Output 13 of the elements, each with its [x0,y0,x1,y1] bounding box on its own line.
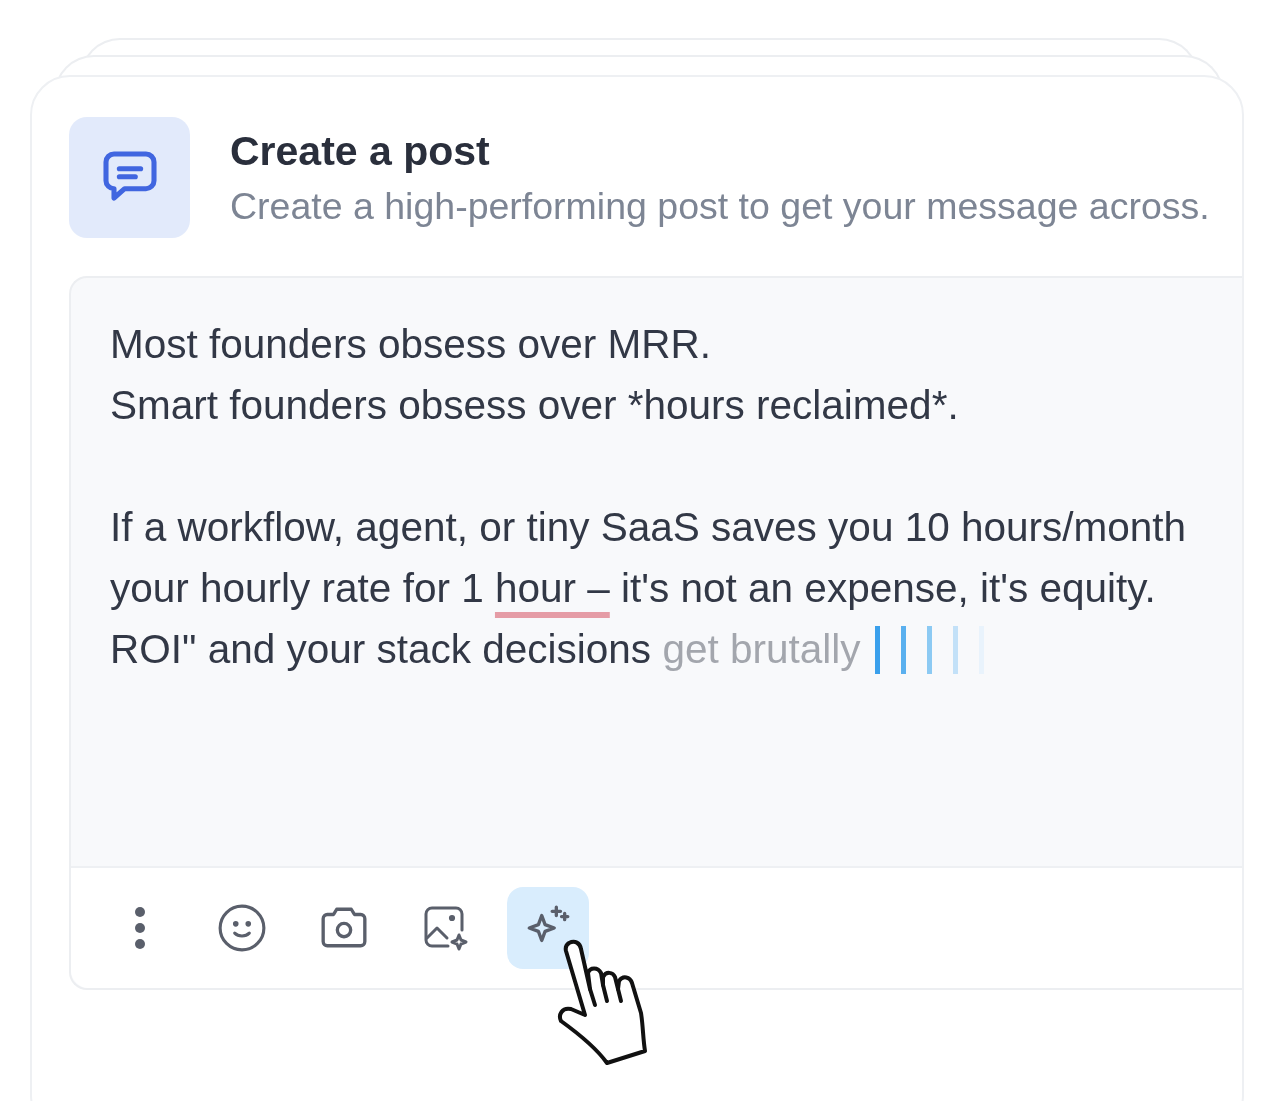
smiley-icon [217,903,267,953]
chat-icon [69,117,190,238]
dialog-title: Create a post [230,127,490,175]
more-dots-icon [133,906,147,950]
post-editor[interactable] [69,276,1242,990]
camera-icon [319,906,369,950]
dialog-subtitle: Create a high-performing post to get your message across. [230,184,1210,228]
post-text-line: ROI" and your stack decisions get brutally [110,625,861,674]
post-text-line: Smart founders obsess over *hours reclaimed*. [110,381,959,430]
post-text-line: your hourly rate for 1 hour – it's not an expense, it's equity. [110,564,1156,613]
post-text-line: If a workflow, agent, or tiny SaaS saves you 10 hours/month [110,503,1187,552]
post-text-line: Most founders obsess over MRR. [110,320,711,369]
image-sparkle-icon [422,904,470,952]
